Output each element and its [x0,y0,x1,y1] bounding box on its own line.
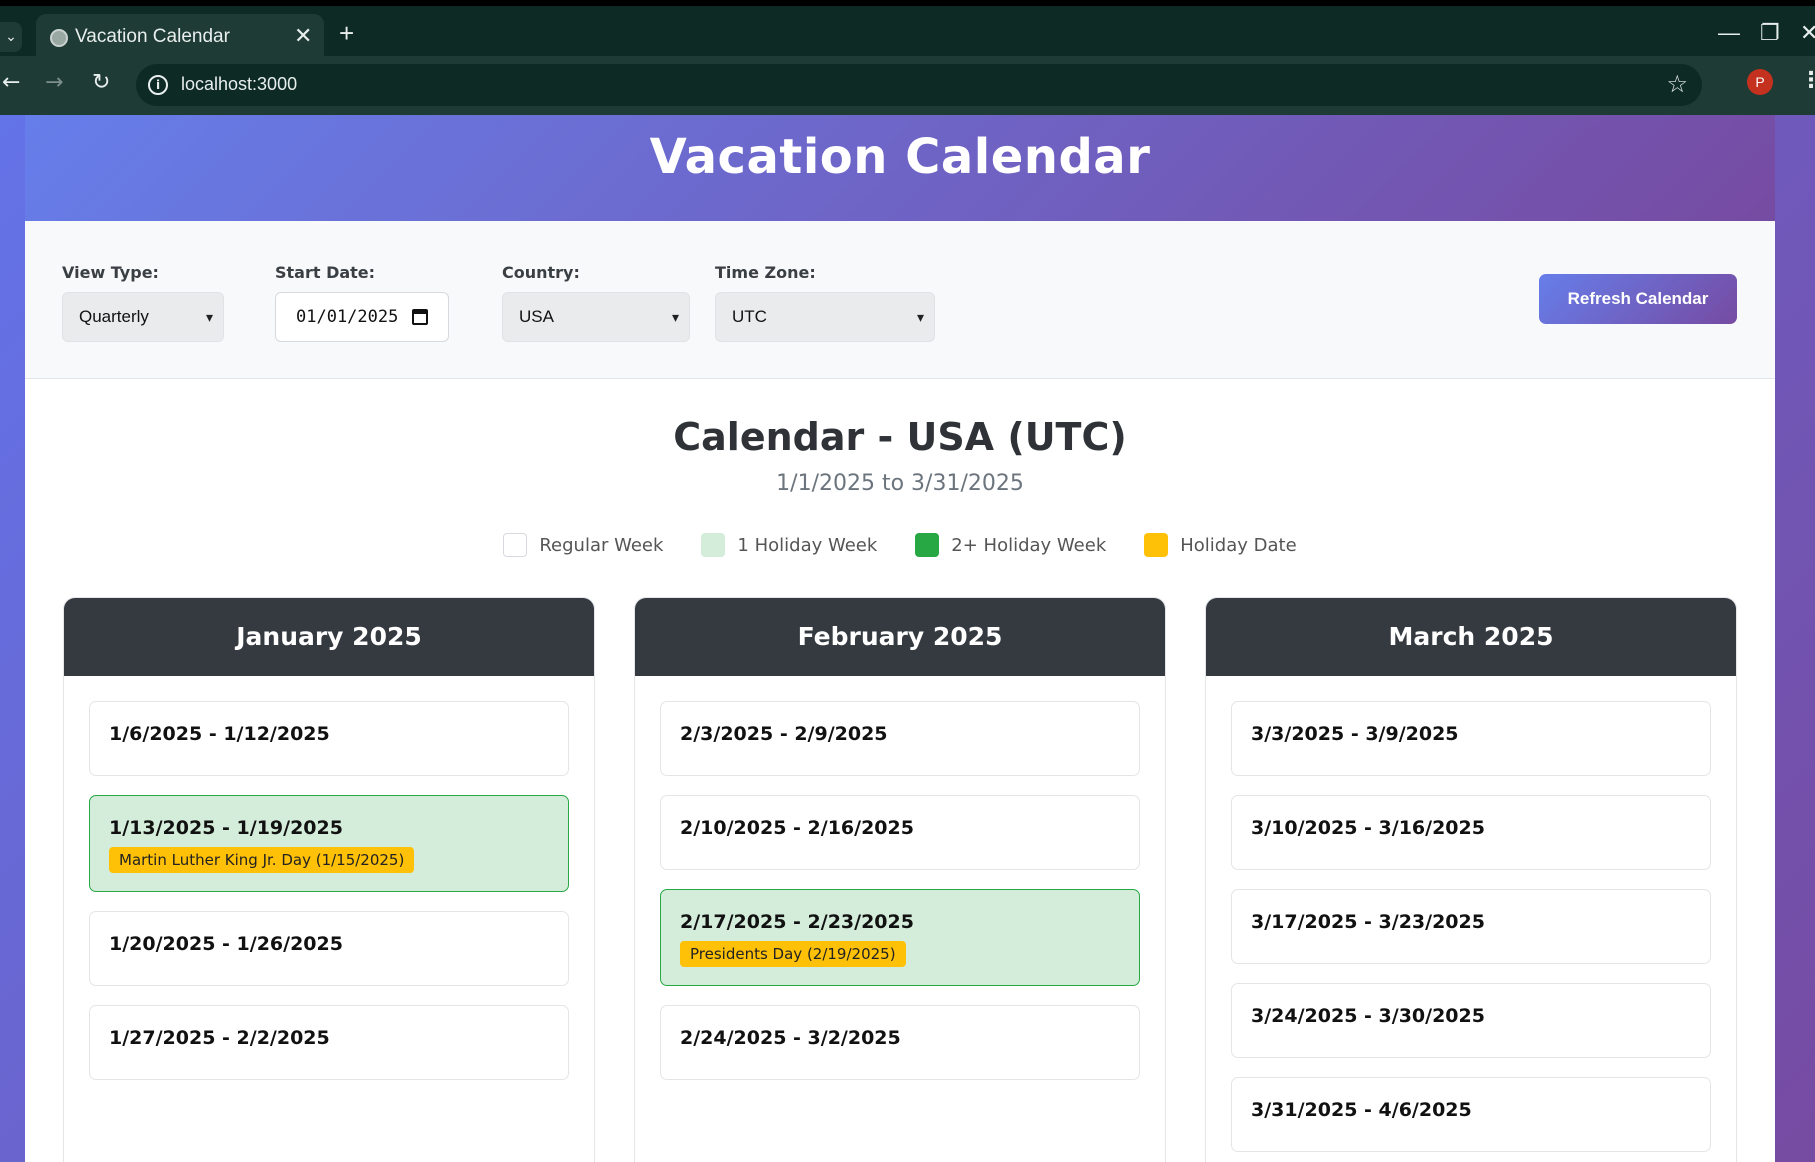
legend: Regular Week 1 Holiday Week 2+ Holiday W… [25,533,1775,557]
month-card-january: January 2025 1/6/2025 - 1/12/2025 1/13/20… [63,597,595,1162]
month-title: February 2025 [635,598,1165,676]
week-range: 2/24/2025 - 3/2/2025 [680,1027,901,1049]
month-title: January 2025 [64,598,594,676]
week-range: 2/17/2025 - 2/23/2025 [680,911,914,933]
chevron-down-icon: ▾ [671,309,679,325]
week-range: 3/24/2025 - 3/30/2025 [1251,1005,1485,1027]
bookmark-star-icon[interactable]: ☆ [1666,70,1688,98]
close-tab-icon[interactable]: ✕ [294,23,312,49]
week-row[interactable]: 3/17/2025 - 3/23/2025 [1231,889,1711,964]
back-button[interactable]: ← [2,70,20,95]
week-range: 1/6/2025 - 1/12/2025 [109,723,330,745]
tab-search-button[interactable]: ⌄ [0,22,22,52]
week-range: 3/17/2025 - 3/23/2025 [1251,911,1485,933]
view-type-field: View Type: Quarterly ▾ [62,263,224,342]
start-date-field: Start Date: 01/01/2025 [275,263,449,342]
page-title: Vacation Calendar [649,129,1151,185]
week-row[interactable]: 1/20/2025 - 1/26/2025 [89,911,569,986]
month-card-march: March 2025 3/3/2025 - 3/9/2025 3/10/2025 … [1205,597,1737,1162]
holiday-tag: Presidents Day (2/19/2025) [680,941,906,967]
start-date-label: Start Date: [275,263,376,282]
holiday-tag: Martin Luther King Jr. Day (1/15/2025) [109,847,415,873]
close-window-button[interactable]: ✕ [1800,20,1815,46]
week-row[interactable]: 3/24/2025 - 3/30/2025 [1231,983,1711,1058]
week-list: 1/6/2025 - 1/12/2025 1/13/2025 - 1/19/202… [64,676,594,1080]
country-label: Country: [502,263,580,282]
week-row[interactable]: 2/3/2025 - 2/9/2025 [660,701,1140,776]
legend-item-regular: Regular Week [503,533,663,557]
legend-label: 2+ Holiday Week [951,534,1107,556]
calendar-date-range: 1/1/2025 to 3/31/2025 [776,471,1024,496]
forward-button[interactable]: → [45,70,63,95]
week-range: 3/31/2025 - 4/6/2025 [1251,1099,1472,1121]
week-range: 1/27/2025 - 2/2/2025 [109,1027,330,1049]
browser-tab-strip: ⌄ Vacation Calendar ✕ + — ❐ ✕ [0,0,1815,62]
country-select[interactable]: USA ▾ [502,292,690,342]
week-range: 1/13/2025 - 1/19/2025 [109,817,343,839]
reload-button[interactable]: ↻ [92,70,110,95]
week-row[interactable]: 2/24/2025 - 3/2/2025 [660,1005,1140,1080]
week-range: 1/20/2025 - 1/26/2025 [109,933,343,955]
week-row[interactable]: 3/10/2025 - 3/16/2025 [1231,795,1711,870]
week-row[interactable]: 1/13/2025 - 1/19/2025 Martin Luther King … [89,795,569,892]
calendar-icon[interactable] [412,309,428,325]
week-range: 2/10/2025 - 2/16/2025 [680,817,914,839]
start-date-input[interactable]: 01/01/2025 [275,292,449,342]
week-list: 2/3/2025 - 2/9/2025 2/10/2025 - 2/16/2025… [635,676,1165,1080]
week-range: 2/3/2025 - 2/9/2025 [680,723,888,745]
legend-label: Holiday Date [1180,534,1297,556]
month-card-february: February 2025 2/3/2025 - 2/9/2025 2/10/20… [634,597,1166,1162]
legend-swatch [701,533,726,557]
new-tab-button[interactable]: + [339,18,354,49]
view-type-label: View Type: [62,263,159,282]
view-type-select[interactable]: Quarterly ▾ [62,292,224,342]
legend-label: Regular Week [539,534,664,556]
browser-tab[interactable]: Vacation Calendar ✕ [36,14,324,62]
timezone-select[interactable]: UTC ▾ [715,292,935,342]
timezone-label: Time Zone: [715,263,816,282]
timezone-field: Time Zone: UTC ▾ [715,263,935,342]
chevron-down-icon: ▾ [916,309,924,325]
info-icon[interactable]: i [148,75,168,95]
legend-item-holiday-date: Holiday Date [1144,533,1297,557]
refresh-calendar-button[interactable]: Refresh Calendar [1539,274,1737,324]
globe-icon [50,29,68,47]
browser-toolbar: ← → ↻ i localhost:3000 ☆ P ⋮ [0,56,1815,115]
week-row[interactable]: 1/27/2025 - 2/2/2025 [89,1005,569,1080]
week-row[interactable]: 2/17/2025 - 2/23/2025 Presidents Day (2/1… [660,889,1140,986]
profile-avatar[interactable]: P [1747,69,1773,95]
country-value: USA [519,307,554,326]
chevron-down-icon: ▾ [205,309,213,325]
legend-swatch [915,533,940,557]
legend-swatch [503,533,528,557]
week-row[interactable]: 1/6/2025 - 1/12/2025 [89,701,569,776]
legend-item-multi-holiday: 2+ Holiday Week [915,533,1106,557]
legend-label: 1 Holiday Week [737,534,878,556]
page-viewport: Vacation Calendar View Type: Quarterly ▾… [0,115,1815,1162]
restore-button[interactable]: ❐ [1760,20,1780,46]
app-container: Vacation Calendar View Type: Quarterly ▾… [25,115,1775,1162]
address-bar[interactable]: i localhost:3000 ☆ [136,64,1702,106]
month-title: March 2025 [1206,598,1736,676]
country-field: Country: USA ▾ [502,263,690,342]
calendar-title: Calendar - USA (UTC) [673,415,1127,459]
week-list: 3/3/2025 - 3/9/2025 3/10/2025 - 3/16/2025… [1206,676,1736,1152]
tab-title: Vacation Calendar [75,26,230,47]
week-row[interactable]: 2/10/2025 - 2/16/2025 [660,795,1140,870]
legend-item-one-holiday: 1 Holiday Week [701,533,877,557]
week-row[interactable]: 3/31/2025 - 4/6/2025 [1231,1077,1711,1152]
controls-panel: View Type: Quarterly ▾ Start Date: 01/01… [25,221,1775,379]
legend-swatch [1144,533,1169,557]
browser-menu-icon[interactable]: ⋮ [1800,68,1815,93]
start-date-value: 01/01/2025 [296,307,399,327]
minimize-button[interactable]: — [1718,20,1740,46]
week-range: 3/3/2025 - 3/9/2025 [1251,723,1459,745]
timezone-value: UTC [732,307,767,326]
url-text[interactable]: localhost:3000 [181,74,297,95]
app-header: Vacation Calendar [25,115,1775,221]
week-range: 3/10/2025 - 3/16/2025 [1251,817,1485,839]
view-type-value: Quarterly [79,307,149,326]
week-row[interactable]: 3/3/2025 - 3/9/2025 [1231,701,1711,776]
